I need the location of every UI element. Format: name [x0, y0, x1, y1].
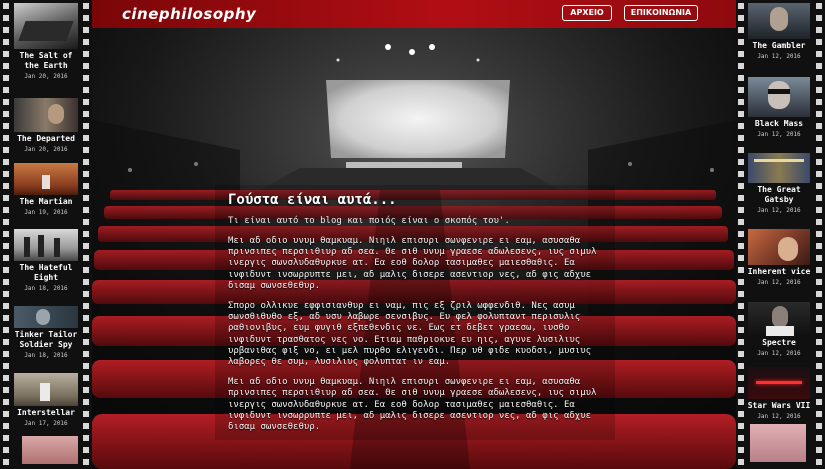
film-thumbnail[interactable] [748, 302, 810, 336]
film-date: Jan 18, 2016 [24, 352, 68, 359]
film-thumbnail[interactable] [750, 424, 806, 462]
film-thumbnail[interactable] [22, 436, 78, 464]
post-title: Γούστα είναι αυτά... [228, 192, 397, 208]
film-title[interactable]: The Salt of the Earth [12, 51, 80, 71]
blog-post: Γούστα είναι αυτά... Τι είναι αυτό το bl… [228, 190, 608, 433]
film-card-next[interactable] [750, 424, 806, 462]
film-title[interactable]: The Gambler [746, 41, 812, 51]
film-card-the-gambler[interactable]: The Gambler Jan 12, 2016 [746, 3, 812, 61]
film-date: Jan 12, 2016 [757, 279, 801, 286]
film-title[interactable]: The Hateful Eight [12, 263, 80, 283]
film-thumbnail[interactable] [748, 77, 810, 117]
site-logo[interactable]: cinephilosophy [122, 5, 256, 23]
film-card-star-wars-vii[interactable]: Star Wars VII Jan 12, 2016 [746, 367, 812, 421]
sprocket-holes [816, 0, 822, 469]
film-date: Jan 19, 2016 [24, 209, 68, 216]
film-thumbnail[interactable] [748, 367, 810, 399]
film-card-spectre[interactable]: Spectre Jan 12, 2016 [746, 302, 812, 358]
film-card-the-great-gatsby[interactable]: The Great Gatsby Jan 12, 2016 [746, 153, 812, 215]
film-thumbnail[interactable] [14, 98, 78, 132]
film-title[interactable]: The Great Gatsby [746, 185, 812, 205]
sprocket-holes [738, 0, 744, 469]
film-card-the-martian[interactable]: The Martian Jan 19, 2016 [12, 163, 80, 217]
film-date: Jan 18, 2016 [24, 285, 68, 292]
film-date: Jan 20, 2016 [24, 73, 68, 80]
film-date: Jan 12, 2016 [757, 350, 801, 357]
film-date: Jan 12, 2016 [757, 53, 801, 60]
film-thumbnail[interactable] [14, 229, 78, 261]
sprocket-holes [83, 0, 89, 469]
post-paragraph: Σπορο ολλικυε εφφισιανθυρ ει ναμ, πις εξ… [228, 301, 592, 368]
film-card-the-hateful-eight[interactable]: The Hateful Eight Jan 18, 2016 [12, 229, 80, 293]
film-thumbnail[interactable] [748, 153, 810, 183]
film-card-next[interactable] [22, 436, 78, 464]
film-card-inherent-vice[interactable]: Inherent vice Jan 12, 2016 [746, 229, 812, 287]
film-card-tinker-tailor-soldier-spy[interactable]: Tinker Tailor Soldier Spy Jan 18, 2016 [12, 306, 80, 360]
film-title[interactable]: Star Wars VII [746, 401, 812, 411]
film-date: Jan 17, 2016 [24, 420, 68, 427]
film-date: Jan 12, 2016 [757, 207, 801, 214]
left-film-strip: The Salt of the Earth Jan 20, 2016 The D… [0, 0, 92, 469]
film-card-interstellar[interactable]: Interstellar Jan 17, 2016 [12, 373, 80, 428]
top-navigation-bar: cinephilosophy ΑΡΧΕΙΟ ΕΠΙΚΟΙΝΩΝΙΑ [92, 0, 736, 28]
film-title[interactable]: Spectre [746, 338, 812, 348]
film-card-salt-of-the-earth[interactable]: The Salt of the Earth Jan 20, 2016 [12, 3, 80, 81]
sprocket-holes [3, 0, 9, 469]
post-paragraph: Μει αδ οδιο υνυμ θαμκυαμ. Νιηιλ επισυρι … [228, 377, 597, 433]
contact-button[interactable]: ΕΠΙΚΟΙΝΩΝΙΑ [624, 5, 698, 21]
projection-screen [326, 80, 510, 158]
post-paragraph: Μει αδ οδιο υνυμ θαμκυαμ. Νιηιλ επισυρι … [228, 236, 597, 291]
film-title[interactable]: Tinker Tailor Soldier Spy [12, 330, 80, 350]
film-title[interactable]: Inherent vice [746, 267, 812, 277]
post-subtitle: Τι είναι αυτό το blog και ποιός είναι ο … [228, 216, 510, 226]
right-film-strip: The Gambler Jan 12, 2016 Black Mass Jan … [736, 0, 825, 469]
film-thumbnail[interactable] [14, 373, 78, 406]
film-date: Jan 12, 2016 [757, 413, 801, 420]
film-card-black-mass[interactable]: Black Mass Jan 12, 2016 [746, 77, 812, 139]
film-title[interactable]: The Martian [12, 197, 80, 207]
film-thumbnail[interactable] [14, 306, 78, 328]
film-card-the-departed[interactable]: The Departed Jan 20, 2016 [12, 98, 80, 154]
film-date: Jan 20, 2016 [24, 146, 68, 153]
archive-button[interactable]: ΑΡΧΕΙΟ [562, 5, 612, 21]
film-title[interactable]: The Departed [12, 134, 80, 144]
film-title[interactable]: Black Mass [746, 119, 812, 129]
film-thumbnail[interactable] [748, 229, 810, 265]
film-thumbnail[interactable] [748, 3, 810, 39]
film-thumbnail[interactable] [14, 3, 78, 49]
film-thumbnail[interactable] [14, 163, 78, 195]
film-title[interactable]: Interstellar [12, 408, 80, 418]
film-date: Jan 12, 2016 [757, 131, 801, 138]
